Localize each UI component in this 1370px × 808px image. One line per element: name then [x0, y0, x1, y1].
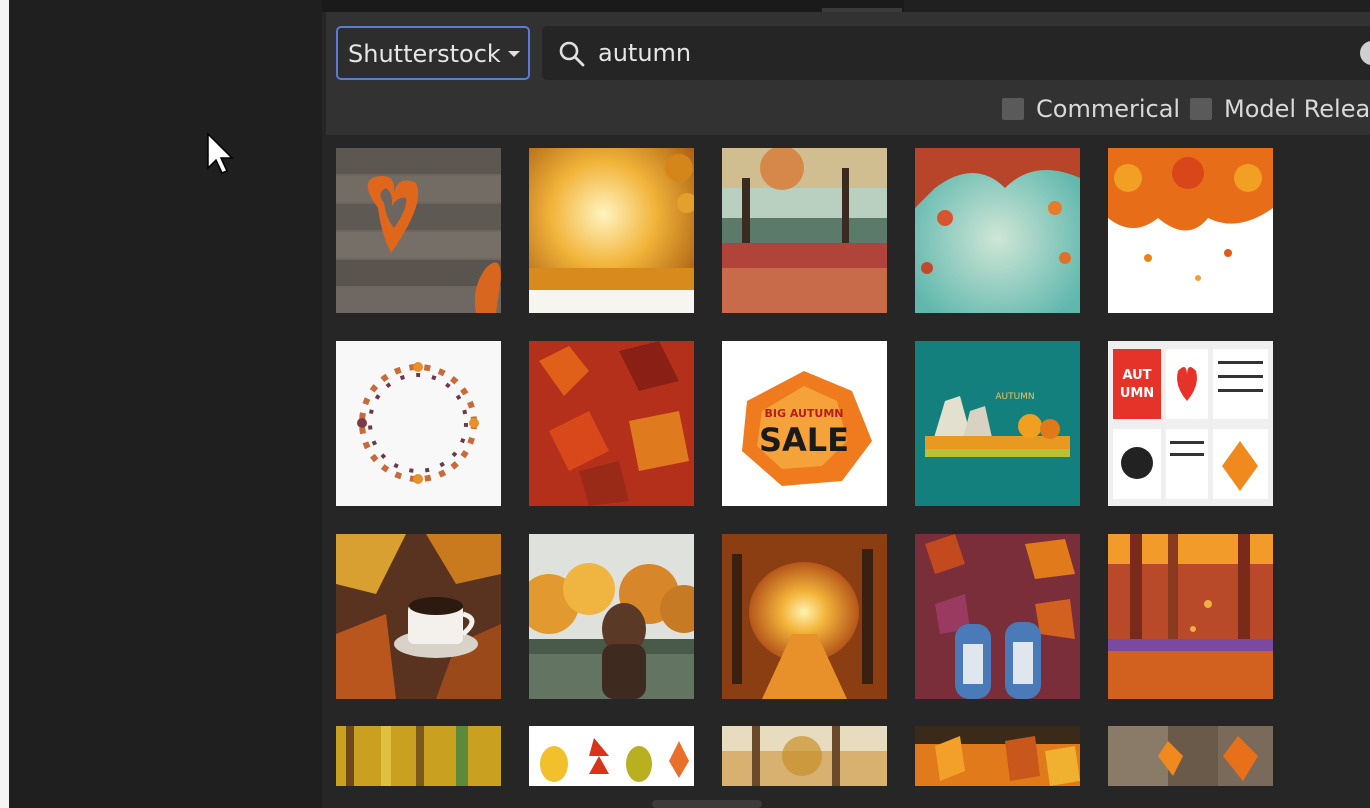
model-release-checkbox[interactable]	[1190, 98, 1212, 120]
image-thumbnail[interactable]	[915, 148, 1080, 313]
image-thumbnail[interactable]	[529, 534, 694, 699]
image-thumbnail[interactable]	[1108, 148, 1273, 313]
commercial-checkbox[interactable]	[1002, 98, 1024, 120]
source-select[interactable]: Shutterstock	[336, 26, 530, 80]
image-thumbnail[interactable]: BIG AUTUMN SALE	[722, 341, 887, 506]
image-thumbnail[interactable]: AUT UMN	[1108, 341, 1273, 506]
poster-line1: AUT	[1122, 368, 1151, 383]
image-results-grid: BIG AUTUMN SALE AUTUMN AUT UMN	[322, 135, 1370, 808]
source-select-label: Shutterstock	[348, 40, 501, 68]
image-thumbnail[interactable]	[336, 341, 501, 506]
sale-subtitle: BIG AUTUMN	[764, 407, 843, 420]
commercial-filter[interactable]: Commerical	[1002, 94, 1182, 124]
image-thumbnail[interactable]	[722, 148, 887, 313]
image-thumbnail[interactable]	[1108, 726, 1273, 786]
scrollbar-thumb[interactable]	[652, 800, 762, 808]
image-thumbnail[interactable]	[1108, 534, 1273, 699]
stock-images-panel: Shutterstock Commerical Model Relea	[322, 0, 1370, 808]
image-thumbnail[interactable]	[529, 726, 694, 786]
search-icon	[559, 41, 585, 67]
poster-line2: UMN	[1120, 386, 1154, 401]
image-thumbnail[interactable]	[529, 148, 694, 313]
image-thumbnail[interactable]: AUTUMN	[915, 341, 1080, 506]
mouse-cursor-icon	[207, 132, 234, 174]
caret-down-icon	[508, 51, 520, 57]
panel-tab-strip	[322, 0, 1370, 12]
model-release-filter-label: Model Relea	[1224, 95, 1370, 123]
image-thumbnail[interactable]	[915, 534, 1080, 699]
search-input[interactable]	[598, 38, 1298, 68]
image-thumbnail[interactable]	[915, 726, 1080, 786]
image-thumbnail[interactable]	[529, 341, 694, 506]
commercial-filter-label: Commerical	[1036, 95, 1181, 123]
image-thumbnail[interactable]	[336, 534, 501, 699]
image-thumbnail[interactable]	[722, 534, 887, 699]
image-thumbnail[interactable]	[722, 726, 887, 786]
search-box[interactable]	[542, 26, 1370, 80]
left-pane	[9, 0, 322, 808]
poster-label: AUTUMN	[995, 392, 1034, 402]
image-thumbnail[interactable]	[336, 148, 501, 313]
window-edge	[0, 0, 9, 808]
image-thumbnail[interactable]	[336, 726, 501, 786]
sale-title: SALE	[759, 421, 849, 459]
clear-search-icon[interactable]	[1360, 41, 1370, 65]
panel-tab-area	[904, 0, 1370, 12]
model-release-filter[interactable]: Model Relea	[1190, 94, 1370, 124]
search-toolbar: Shutterstock Commerical Model Relea	[326, 12, 1370, 135]
